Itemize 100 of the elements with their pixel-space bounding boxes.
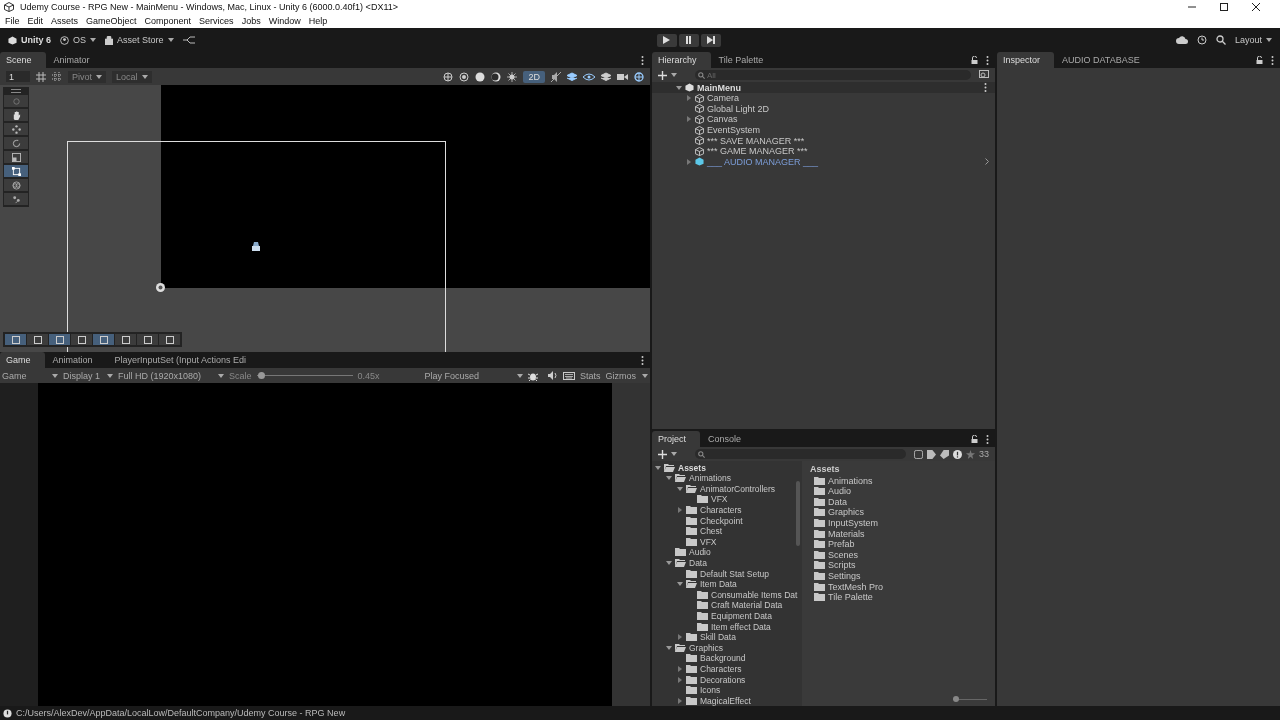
more-icon[interactable] <box>1271 55 1274 65</box>
game-object-name[interactable]: Camera <box>707 93 739 104</box>
play-button[interactable] <box>656 33 677 47</box>
info-icon[interactable] <box>953 449 962 459</box>
cloud-icon[interactable] <box>1175 36 1188 44</box>
layers-icon[interactable] <box>601 71 611 82</box>
game-object-name[interactable]: Global Light 2D <box>707 103 770 114</box>
collapsed-arrow-icon[interactable] <box>677 676 683 683</box>
collapsed-arrow-icon[interactable] <box>686 95 692 102</box>
scene-visibility-icon[interactable] <box>979 70 989 80</box>
tool-button[interactable] <box>4 109 28 121</box>
game-object-name[interactable]: ___ AUDIO MANAGER ___ <box>707 156 819 167</box>
lock-icon[interactable] <box>1256 56 1263 64</box>
menu-item[interactable]: GameObject <box>86 16 137 26</box>
layers-icon[interactable] <box>567 71 577 82</box>
folder-name[interactable]: Prefab <box>828 539 855 550</box>
folder-name[interactable]: Materials <box>828 528 865 539</box>
collapsed-arrow-icon[interactable] <box>677 665 683 672</box>
play-mode-dropdown[interactable]: Play Focused <box>424 370 523 381</box>
globe-icon[interactable] <box>443 71 454 82</box>
grid-snap-icon[interactable] <box>36 71 46 82</box>
expanded-arrow-icon[interactable] <box>655 464 661 471</box>
folder-name[interactable]: TextMesh Pro <box>828 581 884 592</box>
step-button[interactable] <box>700 33 721 47</box>
more-icon[interactable] <box>641 355 644 365</box>
os-dropdown[interactable]: OS <box>60 35 97 45</box>
overlay-tool-button[interactable] <box>115 334 136 345</box>
panel-tab[interactable]: Tile Palette <box>712 52 778 68</box>
shaded-sphere-icon[interactable] <box>475 71 486 82</box>
folder-name[interactable]: Characters <box>700 505 742 515</box>
breadcrumb[interactable]: Assets <box>810 462 987 476</box>
overlay-tool-button[interactable] <box>71 334 92 345</box>
space-dropdown[interactable]: Local <box>112 70 152 83</box>
more-icon[interactable] <box>984 83 987 92</box>
overlay-tool-button[interactable] <box>27 334 48 345</box>
game-object-name[interactable]: *** GAME MANAGER *** <box>707 146 808 157</box>
game-object-name[interactable]: EventSystem <box>707 125 761 136</box>
overlay-tool-button[interactable] <box>137 334 158 345</box>
search-by-type-icon[interactable] <box>914 449 923 459</box>
tag-icon[interactable] <box>940 449 949 459</box>
panel-tab[interactable]: Game <box>0 352 45 368</box>
folder-name[interactable]: Graphics <box>689 642 723 653</box>
folder-name[interactable]: Consumable Items Dat <box>711 589 798 600</box>
collapsed-arrow-icon[interactable] <box>677 697 683 704</box>
maximize-icon[interactable] <box>1220 3 1228 11</box>
more-icon[interactable] <box>986 434 989 444</box>
overlay-tool-button[interactable] <box>159 334 180 345</box>
label-icon[interactable] <box>927 449 936 459</box>
panel-tab[interactable]: Scene <box>0 52 46 68</box>
menu-item[interactable]: Component <box>144 16 192 26</box>
search-field[interactable] <box>695 449 906 460</box>
expanded-arrow-icon[interactable] <box>666 475 672 482</box>
menu-item[interactable]: Window <box>268 16 301 26</box>
expanded-arrow-icon[interactable] <box>666 644 672 651</box>
overlay-tool-button[interactable] <box>5 334 26 345</box>
tool-button[interactable] <box>4 123 28 135</box>
panel-tab[interactable]: Hierarchy <box>652 52 711 68</box>
expanded-arrow-icon[interactable] <box>677 581 683 588</box>
camera-icon[interactable] <box>617 72 628 81</box>
view-dropdown[interactable]: Game <box>2 370 58 381</box>
menu-item[interactable]: Services <box>199 16 234 26</box>
folder-name[interactable]: InputSystem <box>828 518 879 528</box>
resolution-dropdown[interactable]: Full HD (1920x1080) <box>118 370 224 381</box>
lock-icon[interactable] <box>971 56 978 64</box>
keyboard-icon[interactable] <box>562 371 575 380</box>
folder-name[interactable]: Icons <box>700 685 721 696</box>
grid-size-field[interactable]: 1 <box>6 71 30 82</box>
overlay-tool-button[interactable] <box>49 334 70 345</box>
search-icon[interactable] <box>1215 35 1226 45</box>
panel-tab[interactable]: PlayerInputSet (Input Actions Edi <box>108 352 261 368</box>
collapsed-arrow-icon[interactable] <box>677 507 683 513</box>
gizmos-dropdown[interactable]: Gizmos <box>605 370 648 381</box>
menu-item[interactable]: Help <box>308 16 328 26</box>
folder-name[interactable]: Scripts <box>828 560 856 571</box>
folder-name[interactable]: Data <box>828 496 847 507</box>
menu-item[interactable]: File <box>5 16 20 26</box>
2d-mode-toggle[interactable]: 2D <box>523 70 545 83</box>
crescent-icon[interactable] <box>491 71 502 82</box>
folder-name[interactable]: Animations <box>828 475 873 486</box>
chevron-right-icon[interactable] <box>985 158 989 166</box>
folder-name[interactable]: VFX <box>700 536 717 547</box>
tool-button[interactable] <box>4 193 28 205</box>
folder-name[interactable]: VFX <box>711 494 728 505</box>
folder-name[interactable]: Assets <box>678 462 706 473</box>
pause-button[interactable] <box>678 33 699 47</box>
tool-button[interactable] <box>4 165 28 177</box>
collapsed-arrow-icon[interactable] <box>686 158 692 165</box>
panel-tab[interactable]: Animator <box>47 52 104 68</box>
expanded-arrow-icon[interactable] <box>676 84 682 91</box>
display-dropdown[interactable]: Display 1 <box>63 370 113 381</box>
collapsed-arrow-icon[interactable] <box>677 634 683 641</box>
panel-tab[interactable]: Project <box>652 431 700 448</box>
folder-name[interactable]: Graphics <box>828 507 864 518</box>
folder-name[interactable]: AnimatorControllers <box>700 483 776 494</box>
audio-off-icon[interactable] <box>551 71 561 82</box>
add-icon[interactable] <box>658 70 667 80</box>
panel-tab[interactable]: Inspector <box>997 52 1055 68</box>
stats-button[interactable]: Stats <box>579 370 601 381</box>
effects-icon[interactable] <box>507 71 518 82</box>
tool-button[interactable] <box>4 151 28 163</box>
